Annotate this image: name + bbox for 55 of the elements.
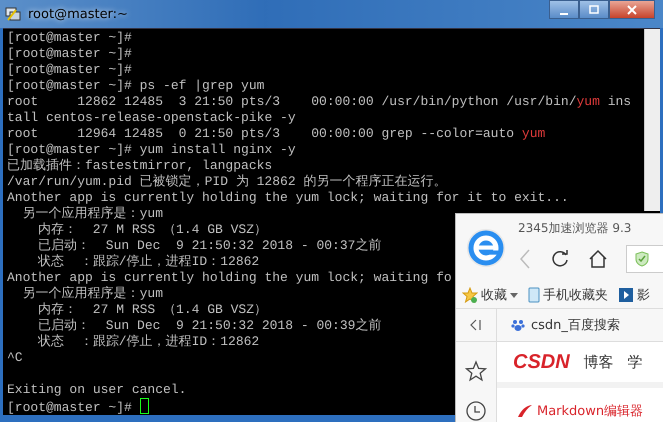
bookmark-item[interactable]: 影 <box>618 286 650 304</box>
home-icon[interactable] <box>588 249 608 269</box>
maximize-icon <box>589 4 599 14</box>
terminal-text: [root@master ~]# <box>7 400 133 415</box>
nav-link[interactable]: 博客 <box>584 352 614 372</box>
highlighted-text: yum <box>522 126 546 141</box>
star-icon <box>462 287 478 303</box>
bookmark-item[interactable]: 手机收藏夹 <box>528 286 608 304</box>
refresh-icon[interactable] <box>550 249 570 269</box>
browser-title: 2345加速浏览器 9.3 <box>518 221 632 235</box>
terminal-text: 已启动： Sun Dec 9 21:50:32 2018 - 00:39之前 <box>37 318 382 333</box>
terminal-text: [root@master ~]# <box>7 62 132 77</box>
star-outline-icon[interactable] <box>465 360 487 382</box>
collapse-icon[interactable] <box>469 318 483 332</box>
terminal-text: [root@master ~]# ps -ef |grep yum <box>7 78 264 93</box>
terminal-text: [root@master ~]# <box>7 46 132 61</box>
menu-item[interactable]: Markdown编辑器 <box>497 388 663 420</box>
terminal-text: 状态 ：跟踪/停止，进程ID：12862 <box>36 334 260 349</box>
highlighted-text: yum <box>576 94 600 109</box>
terminal-text: [root@master ~]# <box>7 30 132 45</box>
pen-icon <box>517 404 533 418</box>
terminal-text: /var/run/yum.pid 已被锁定，PID 为 12862 的另一个程序正在运行。 <box>7 174 446 189</box>
terminal-text: Exiting on user cancel. <box>7 382 186 397</box>
terminal-icon <box>4 5 22 23</box>
maximize-button[interactable] <box>579 0 609 19</box>
caret-icon <box>510 292 518 298</box>
tablet-icon <box>528 287 540 303</box>
terminal-text: [root@master ~]# yum install nginx -y <box>7 142 296 157</box>
terminal-text: Another app is currently holding the yum lock; waiting for it to exit... <box>7 190 569 205</box>
nav-link[interactable]: 学 <box>628 352 643 372</box>
terminal-text: tall centos-release-openstack-pike -y <box>7 110 296 125</box>
terminal-text: root 12964 12485 0 21:50 pts/3 00:00:00 grep --color=auto <box>7 126 516 141</box>
film-icon <box>618 287 634 303</box>
terminal-text: 状态 ：跟踪/停止，进程ID：12862 <box>36 254 260 269</box>
close-button[interactable] <box>609 0 655 19</box>
minimize-button[interactable] <box>549 0 579 19</box>
bookmark-item[interactable]: 收藏 <box>462 286 518 304</box>
scrollbar[interactable] <box>644 29 660 211</box>
terminal-text: 已加载插件：fastestmirror, langpacks <box>7 158 272 173</box>
terminal-text: Another app is currently holding the yum lock; waiting fo <box>7 270 452 285</box>
terminal-text: ins <box>606 94 632 109</box>
terminal-text: ^C <box>7 350 23 365</box>
terminal-text: 另一个应用程序是：yum <box>22 286 164 301</box>
terminal-text: 内存： 27 M RSS （1.4 GB VSZ） <box>37 302 268 317</box>
window-title: root@master:~ <box>28 6 128 22</box>
close-icon <box>626 4 638 14</box>
site-logo[interactable]: CSDN <box>513 350 570 374</box>
terminal-text: 另一个应用程序是：yum <box>22 206 164 221</box>
terminal-text: 内存： 27 M RSS （1.4 GB VSZ） <box>37 222 268 237</box>
terminal-text: root 12862 12485 3 21:50 pts/3 00:00:00 /usr/bin/python /usr/bin/ <box>7 94 576 109</box>
shield-icon <box>635 251 649 267</box>
minimize-icon <box>560 12 568 14</box>
paw-icon <box>511 318 525 332</box>
terminal-text: 已启动： Sun Dec 9 21:50:32 2018 - 00:37之前 <box>37 238 382 253</box>
clock-icon[interactable] <box>465 400 487 422</box>
